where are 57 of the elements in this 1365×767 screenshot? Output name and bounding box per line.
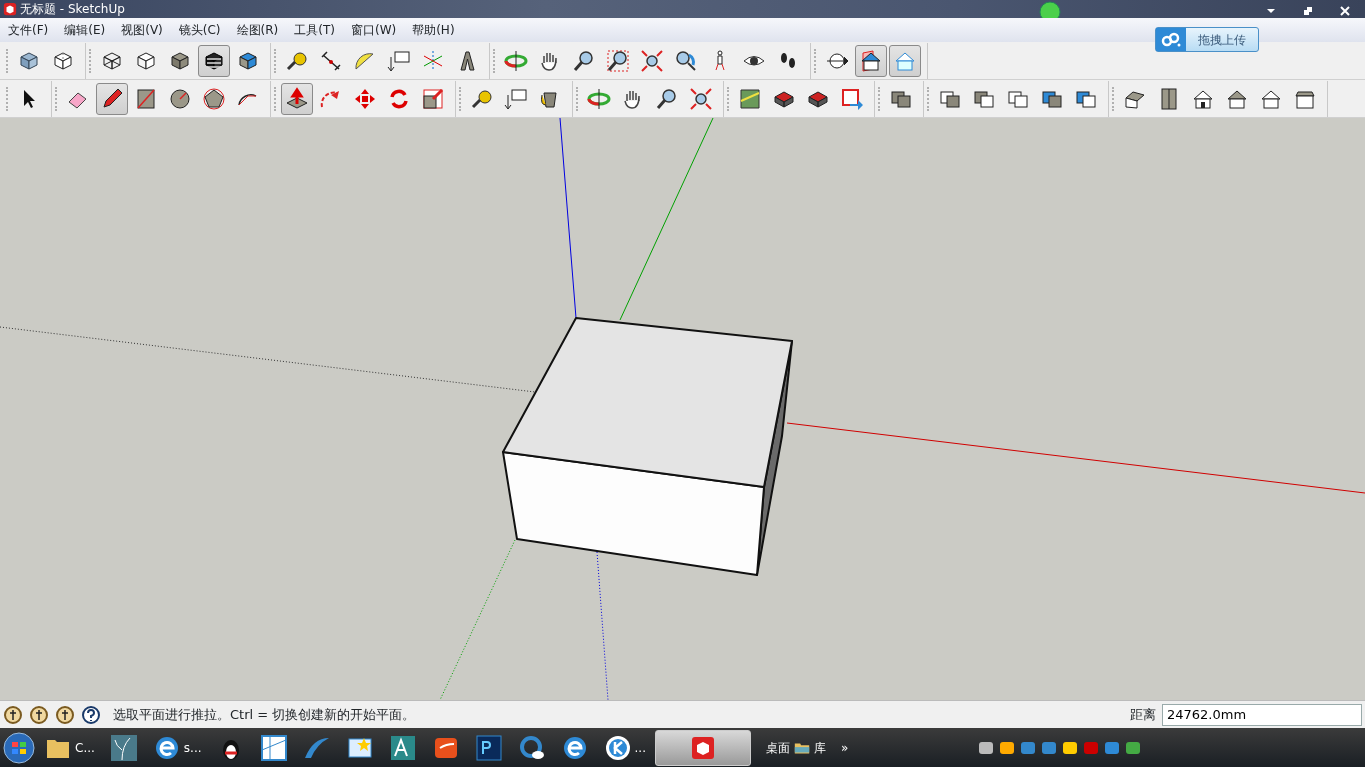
menu-item[interactable]: 窗口(W) — [342, 21, 405, 39]
magnifier-frame-icon — [606, 48, 630, 73]
house-section-icon — [859, 48, 883, 73]
toolbar-link[interactable]: 库 — [814, 738, 826, 757]
plan-drawing-icon — [259, 733, 288, 762]
window-title: 无标题 - SketchUp — [20, 1, 125, 18]
ps-icon — [474, 733, 503, 762]
menu-item[interactable]: 工具(T) — [286, 21, 343, 39]
circle-icon — [168, 86, 192, 111]
status-hint: 选取平面进行推拉。Ctrl = 切换创建新的开始平面。 — [113, 705, 416, 724]
pencil-icon — [100, 86, 124, 111]
rectangle-icon — [134, 86, 158, 111]
close-icon — [1338, 3, 1352, 18]
app-logo-icon — [3, 2, 17, 16]
menu-item[interactable]: 镜头(C) — [170, 21, 229, 39]
orbit-icon — [504, 48, 528, 73]
start-button-icon — [3, 731, 35, 764]
frame-arrow-icon — [840, 86, 864, 111]
map-icon — [738, 86, 762, 111]
magnifier-arrows-icon — [640, 48, 664, 73]
status-orb-icon — [1039, 0, 1061, 18]
push-pull-icon — [285, 86, 309, 111]
magnifier-icon — [572, 48, 596, 73]
k-logo-icon — [603, 733, 632, 762]
taskbar-button[interactable] — [655, 729, 751, 766]
tool-button[interactable] — [198, 44, 230, 77]
menu-item[interactable]: 编辑(E) — [56, 21, 114, 39]
text-label-icon — [387, 48, 411, 73]
cloud-link-icon — [1160, 30, 1182, 49]
help-icon — [81, 704, 101, 725]
menu-item[interactable]: 视图(V) — [113, 21, 171, 39]
cad-icon — [388, 733, 417, 762]
taskbar-button[interactable]: s... — [146, 729, 208, 766]
taskbar-button[interactable]: ... — [597, 729, 652, 766]
magnifier-icon — [655, 86, 679, 111]
text-label-icon — [504, 86, 528, 111]
tool-button[interactable] — [855, 44, 887, 77]
measure-label: 距离 — [1130, 705, 1156, 724]
menu-item[interactable]: 帮助(H) — [404, 21, 463, 39]
tool-button[interactable] — [96, 82, 128, 115]
measurement-field[interactable]: 24762.0mm — [1162, 703, 1362, 726]
upload-label: 拖拽上传 — [1197, 31, 1247, 49]
plant-icon — [109, 733, 138, 762]
ring-cloud-icon — [517, 733, 546, 762]
menu-item[interactable]: 绘图(R) — [228, 21, 287, 39]
more-chevron[interactable]: » — [841, 738, 849, 757]
upload-button[interactable]: 拖拽上传 — [1155, 27, 1259, 52]
magnifier-back-arrow-icon — [674, 48, 698, 73]
tool-button[interactable] — [281, 82, 313, 115]
taskbar-button[interactable]: C... — [38, 729, 101, 766]
dimension-icon — [319, 48, 343, 73]
polygon-icon — [202, 86, 226, 111]
scale-box-icon — [421, 86, 445, 111]
toolbar-link[interactable]: 桌面 — [766, 738, 790, 757]
menu-item[interactable]: 文件(F) — [0, 21, 57, 39]
orbit-icon — [587, 86, 611, 111]
magnifier-arrows-icon — [689, 86, 713, 111]
